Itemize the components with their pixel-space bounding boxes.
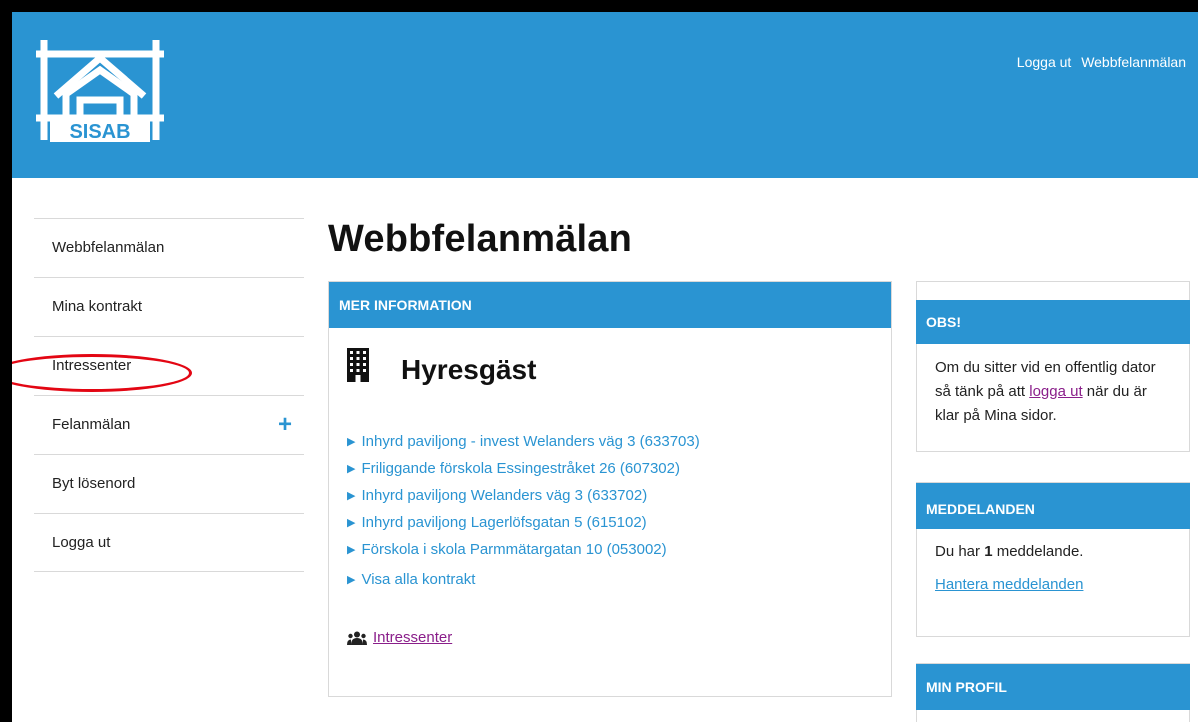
tenant-heading: Hyresgäst [401, 354, 537, 385]
show-all-contracts-link[interactable]: ▶ Visa alla kontrakt [347, 571, 475, 588]
contract-label: Inhyrd paviljong Lagerlöfsgatan 5 (61510… [361, 514, 647, 531]
contract-label: Inhyrd paviljong - invest Welanders väg … [361, 433, 700, 450]
sidebar-item-label: Byt lösenord [52, 475, 136, 492]
sisab-logo[interactable]: SISAB [36, 36, 164, 144]
messages-text-before: Du har [935, 543, 981, 560]
caret-right-icon: ▶ [347, 490, 356, 502]
sidebar-item-logga-ut[interactable]: Logga ut [34, 513, 304, 572]
contract-link[interactable]: ▶ Inhyrd paviljong Welanders väg 3 (63370… [347, 482, 700, 509]
messages-count: 1 [984, 543, 993, 560]
panel-header: MEDDELANDEN [916, 483, 1190, 529]
panel-header: MER INFORMATION [329, 282, 891, 328]
sidebar-item-felanmalan[interactable]: Felanmälan + [34, 395, 304, 454]
sisab-logo-graphic: SISAB [36, 40, 164, 143]
sidebar-item-label: Felanmälan [52, 416, 131, 433]
logo-text: SISAB [69, 121, 130, 143]
profile-panel: MIN PROFIL [916, 663, 1190, 722]
stakeholders-row: Intressenter [347, 629, 452, 646]
header-logout-link[interactable]: Logga ut [1017, 54, 1072, 70]
contract-link[interactable]: ▶ Inhyrd paviljong - invest Welanders väg… [347, 428, 700, 455]
sidebar-item-label: Mina kontrakt [52, 298, 143, 315]
show-all-label: Visa alla kontrakt [361, 571, 476, 588]
panel-header: MIN PROFIL [916, 664, 1190, 710]
sidebar-item-label: Intressenter [52, 357, 132, 374]
contract-label: Friliggande förskola Essingestråket 26 (… [361, 460, 680, 477]
sidebar-item-label: Webbfelanmälan [52, 239, 165, 256]
sidebar-item-intressenter[interactable]: Intressenter [34, 336, 304, 395]
contract-list: ▶ Inhyrd paviljong - invest Welanders väg… [347, 428, 700, 563]
messages-panel: MEDDELANDEN Du har 1 meddelande. Hantera… [916, 482, 1190, 637]
tenant-heading-row: Hyresgäst [347, 344, 536, 386]
page-title: Webbfelanmälan [328, 218, 633, 260]
header-webbfelanmalan-link[interactable]: Webbfelanmälan [1081, 54, 1186, 70]
header-links: Logga ut Webbfelanmälan [1011, 54, 1186, 70]
obs-text: Om du sitter vid en offentlig dator så t… [917, 344, 1189, 428]
contract-link[interactable]: ▶ Friliggande förskola Essingestråket 26 … [347, 455, 700, 482]
contract-link[interactable]: ▶ Förskola i skola Parmmätargatan 10 (053… [347, 536, 700, 563]
sidebar-nav: Webbfelanmälan Mina kontrakt Intressente… [34, 218, 304, 572]
contract-label: Inhyrd paviljong Welanders väg 3 (633702… [361, 487, 648, 504]
building-icon [347, 348, 369, 382]
page-frame: SISAB Logga ut Webbfelanmälan Webbfelanm… [12, 12, 1198, 722]
contract-label: Förskola i skola Parmmätargatan 10 (0530… [361, 541, 667, 558]
expand-plus-icon[interactable]: + [278, 396, 292, 454]
obs-panel: OBS! Om du sitter vid en offentlig dator… [916, 281, 1190, 452]
contract-link[interactable]: ▶ Inhyrd paviljong Lagerlöfsgatan 5 (6151… [347, 509, 700, 536]
stakeholders-link[interactable]: Intressenter [373, 629, 452, 646]
caret-right-icon: ▶ [347, 517, 356, 529]
manage-messages-link[interactable]: Hantera meddelanden [917, 560, 1189, 593]
panel-header: OBS! [916, 300, 1190, 344]
caret-right-icon: ▶ [347, 436, 356, 448]
sidebar-item-byt-losenord[interactable]: Byt lösenord [34, 454, 304, 513]
header-bar: SISAB Logga ut Webbfelanmälan [12, 12, 1198, 178]
caret-right-icon: ▶ [347, 574, 356, 586]
obs-logout-link[interactable]: logga ut [1029, 383, 1082, 400]
sidebar-item-mina-kontrakt[interactable]: Mina kontrakt [34, 277, 304, 336]
group-icon [347, 631, 367, 645]
messages-text-after: meddelande. [996, 543, 1084, 560]
caret-right-icon: ▶ [347, 544, 356, 556]
more-info-panel: MER INFORMATION Hyresgäst ▶ Inhyrd pavilj… [328, 281, 892, 697]
sidebar-item-webbfelanmalan[interactable]: Webbfelanmälan [34, 218, 304, 277]
messages-text: Du har 1 meddelande. [917, 529, 1189, 560]
sidebar-item-label: Logga ut [52, 534, 111, 551]
caret-right-icon: ▶ [347, 463, 356, 475]
